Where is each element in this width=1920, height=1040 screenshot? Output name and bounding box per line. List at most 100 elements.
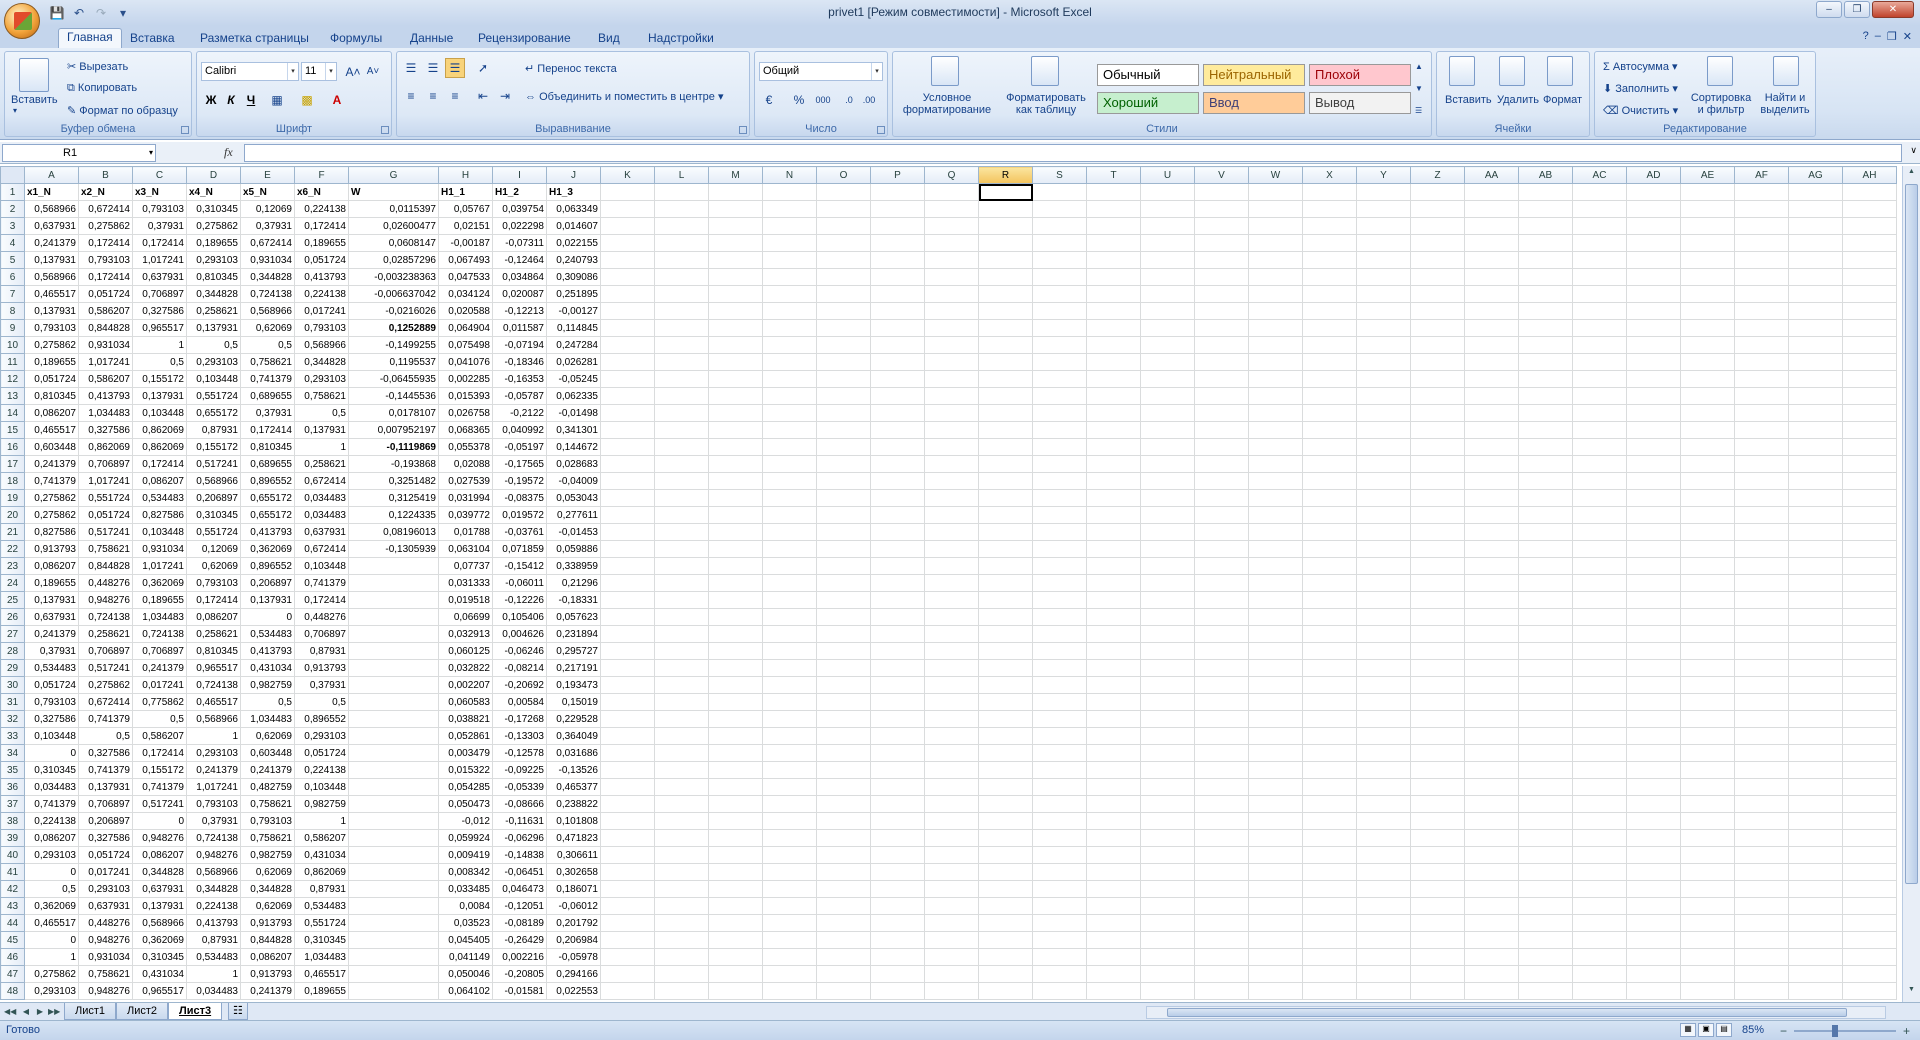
cell[interactable] [1626, 812, 1681, 830]
zoom-in-icon[interactable]: + [1903, 1024, 1910, 1038]
cell[interactable] [654, 812, 709, 830]
cell[interactable] [1464, 540, 1519, 558]
cell[interactable] [708, 778, 763, 796]
cell[interactable]: -0,06451 [492, 863, 547, 881]
style-good[interactable]: Хороший [1097, 92, 1199, 114]
cell[interactable]: 0,758621 [240, 795, 295, 813]
cell[interactable] [870, 761, 925, 779]
cell[interactable]: 0,448276 [294, 608, 349, 626]
percent-button[interactable]: % [789, 90, 809, 110]
cell[interactable]: 0,05767 [438, 200, 493, 218]
cell[interactable] [1518, 523, 1573, 541]
cell[interactable] [762, 880, 817, 898]
cell[interactable]: -0,04009 [546, 472, 601, 490]
cell[interactable]: 0,0115397 [348, 200, 439, 218]
cell[interactable] [978, 727, 1033, 745]
cell[interactable] [1248, 472, 1303, 490]
cell[interactable]: -0,01498 [546, 404, 601, 422]
cell[interactable]: -0,06011 [492, 574, 547, 592]
column-header[interactable]: AE [1680, 166, 1735, 184]
cell[interactable] [1626, 319, 1681, 337]
cell[interactable] [1572, 863, 1627, 881]
cell[interactable]: 0,793103 [24, 693, 79, 711]
cell[interactable]: 0,913793 [294, 659, 349, 677]
cell[interactable] [1302, 421, 1357, 439]
cell[interactable] [870, 472, 925, 490]
cell[interactable] [1194, 914, 1249, 932]
cell[interactable]: 0,603448 [24, 438, 79, 456]
cell[interactable] [1140, 863, 1195, 881]
cell[interactable] [708, 982, 763, 1000]
cell[interactable] [1788, 710, 1843, 728]
cell[interactable]: 0,086207 [24, 557, 79, 575]
cell[interactable]: 0,62069 [240, 897, 295, 915]
cell[interactable]: 0,982759 [294, 795, 349, 813]
cell[interactable]: 0,637931 [24, 608, 79, 626]
cell[interactable]: 0,241379 [132, 659, 187, 677]
cell[interactable]: 0,07737 [438, 557, 493, 575]
cell[interactable] [600, 795, 655, 813]
cell[interactable] [708, 693, 763, 711]
cell[interactable] [1302, 795, 1357, 813]
cell[interactable] [1842, 931, 1897, 949]
cell[interactable]: 0,105406 [492, 608, 547, 626]
cell[interactable] [1140, 421, 1195, 439]
cell[interactable]: 0 [24, 744, 79, 762]
cell[interactable] [708, 863, 763, 881]
cell[interactable]: 0,534483 [24, 659, 79, 677]
cell[interactable] [1734, 455, 1789, 473]
cell[interactable] [1194, 200, 1249, 218]
cell[interactable] [1356, 438, 1411, 456]
cell[interactable] [762, 251, 817, 269]
cell[interactable]: 0,672414 [294, 472, 349, 490]
cell[interactable] [1410, 744, 1465, 762]
cell[interactable] [1788, 217, 1843, 235]
cell[interactable]: 0,039772 [438, 506, 493, 524]
cell[interactable] [1032, 914, 1087, 932]
cell[interactable] [1734, 863, 1789, 881]
cell[interactable]: 0,295727 [546, 642, 601, 660]
cell[interactable] [1842, 914, 1897, 932]
cell[interactable] [924, 421, 979, 439]
cell[interactable] [1248, 625, 1303, 643]
cell[interactable] [762, 404, 817, 422]
cell[interactable] [1302, 812, 1357, 830]
cell[interactable] [1842, 591, 1897, 609]
cell[interactable] [1356, 285, 1411, 303]
cell[interactable]: -0,05787 [492, 387, 547, 405]
cell[interactable] [1356, 455, 1411, 473]
cell[interactable]: 0,206897 [186, 489, 241, 507]
cell[interactable] [708, 965, 763, 983]
cell[interactable] [1140, 914, 1195, 932]
cell[interactable] [1572, 200, 1627, 218]
cell[interactable] [924, 200, 979, 218]
cell[interactable]: 0,87931 [294, 880, 349, 898]
cell[interactable] [1464, 778, 1519, 796]
cell[interactable] [1680, 676, 1735, 694]
cell[interactable] [1572, 744, 1627, 762]
cell[interactable] [1626, 234, 1681, 252]
cell[interactable] [654, 421, 709, 439]
cell[interactable] [1626, 523, 1681, 541]
cell[interactable] [1788, 523, 1843, 541]
cell[interactable] [1626, 659, 1681, 677]
cell[interactable] [762, 897, 817, 915]
cell[interactable] [348, 727, 439, 745]
cell[interactable]: 0,534483 [294, 897, 349, 915]
cell[interactable] [1788, 336, 1843, 354]
conditional-formatting-button[interactable]: Условное форматирование [897, 92, 997, 116]
cell[interactable] [870, 710, 925, 728]
cell[interactable] [924, 387, 979, 405]
cell[interactable] [1356, 710, 1411, 728]
column-header[interactable]: T [1086, 166, 1141, 184]
fill-button[interactable]: ⬇ Заполнить ▾ [1603, 82, 1678, 95]
cell[interactable]: 0,172414 [78, 268, 133, 286]
cell[interactable] [708, 438, 763, 456]
cell[interactable]: 1,017241 [78, 472, 133, 490]
row-header[interactable]: 42 [0, 880, 25, 898]
cell[interactable] [1248, 982, 1303, 1000]
cell[interactable] [924, 744, 979, 762]
cell[interactable] [1464, 455, 1519, 473]
cell[interactable] [1302, 557, 1357, 575]
cell[interactable]: 0,15019 [546, 693, 601, 711]
